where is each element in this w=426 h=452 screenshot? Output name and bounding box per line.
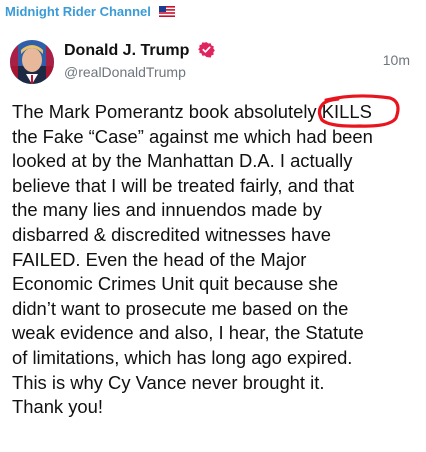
tweet-line-11: of limitations, which has long ago expir…: [12, 346, 353, 368]
post-timestamp[interactable]: 10m: [383, 52, 410, 68]
tweet-line-1-text: The Mark Pomerantz book absolutely: [12, 101, 322, 122]
tweet-line-7: FAILED. Even the head of the Major: [12, 248, 307, 270]
verified-badge-icon: [197, 42, 215, 58]
tweet-line-13: Thank you!: [12, 396, 103, 418]
author-handle[interactable]: @realDonaldTrump: [64, 64, 186, 80]
channel-header: Midnight Rider Channel: [0, 0, 426, 24]
author-name-text: Donald J. Trump: [64, 42, 190, 59]
tweet-line-1: The Mark Pomerantz book absolutely KILLS: [12, 94, 416, 128]
tweet-line-3: looked at by the Manhattan D.A. I actual…: [12, 150, 353, 172]
author-name[interactable]: Donald J. Trump: [64, 41, 215, 60]
avatar[interactable]: [10, 40, 54, 84]
highlighted-word-text: KILLS: [321, 101, 372, 122]
tweet-line-5: the many lies and innuendos made by: [12, 199, 322, 221]
us-flag-icon: [158, 6, 175, 17]
avatar-image: [10, 40, 54, 84]
tweet-line-10: weak evidence and also, I hear, the Stat…: [12, 322, 364, 344]
tweet-card: Donald J. Trump @realDonaldTrump 10m The…: [0, 26, 426, 452]
channel-name-text: Midnight Rider Channel: [5, 4, 151, 19]
tweet-line-9: didn’t want to prosecute me based on the: [12, 297, 349, 319]
tweet-line-6: disbarred & discredited witnesses have: [12, 223, 331, 245]
tweet-text: The Mark Pomerantz book absolutely KILLS…: [12, 94, 416, 420]
highlighted-word: KILLS: [317, 94, 400, 128]
tweet-line-2: the Fake “Case” against me which had bee…: [12, 125, 373, 147]
tweet-line-12: This is why Cy Vance never brought it.: [12, 371, 325, 393]
tweet-line-8: Economic Crimes Unit quit because she: [12, 273, 339, 295]
channel-name[interactable]: Midnight Rider Channel: [5, 4, 175, 19]
tweet-line-4: believe that I will be treated fairly, a…: [12, 174, 355, 196]
